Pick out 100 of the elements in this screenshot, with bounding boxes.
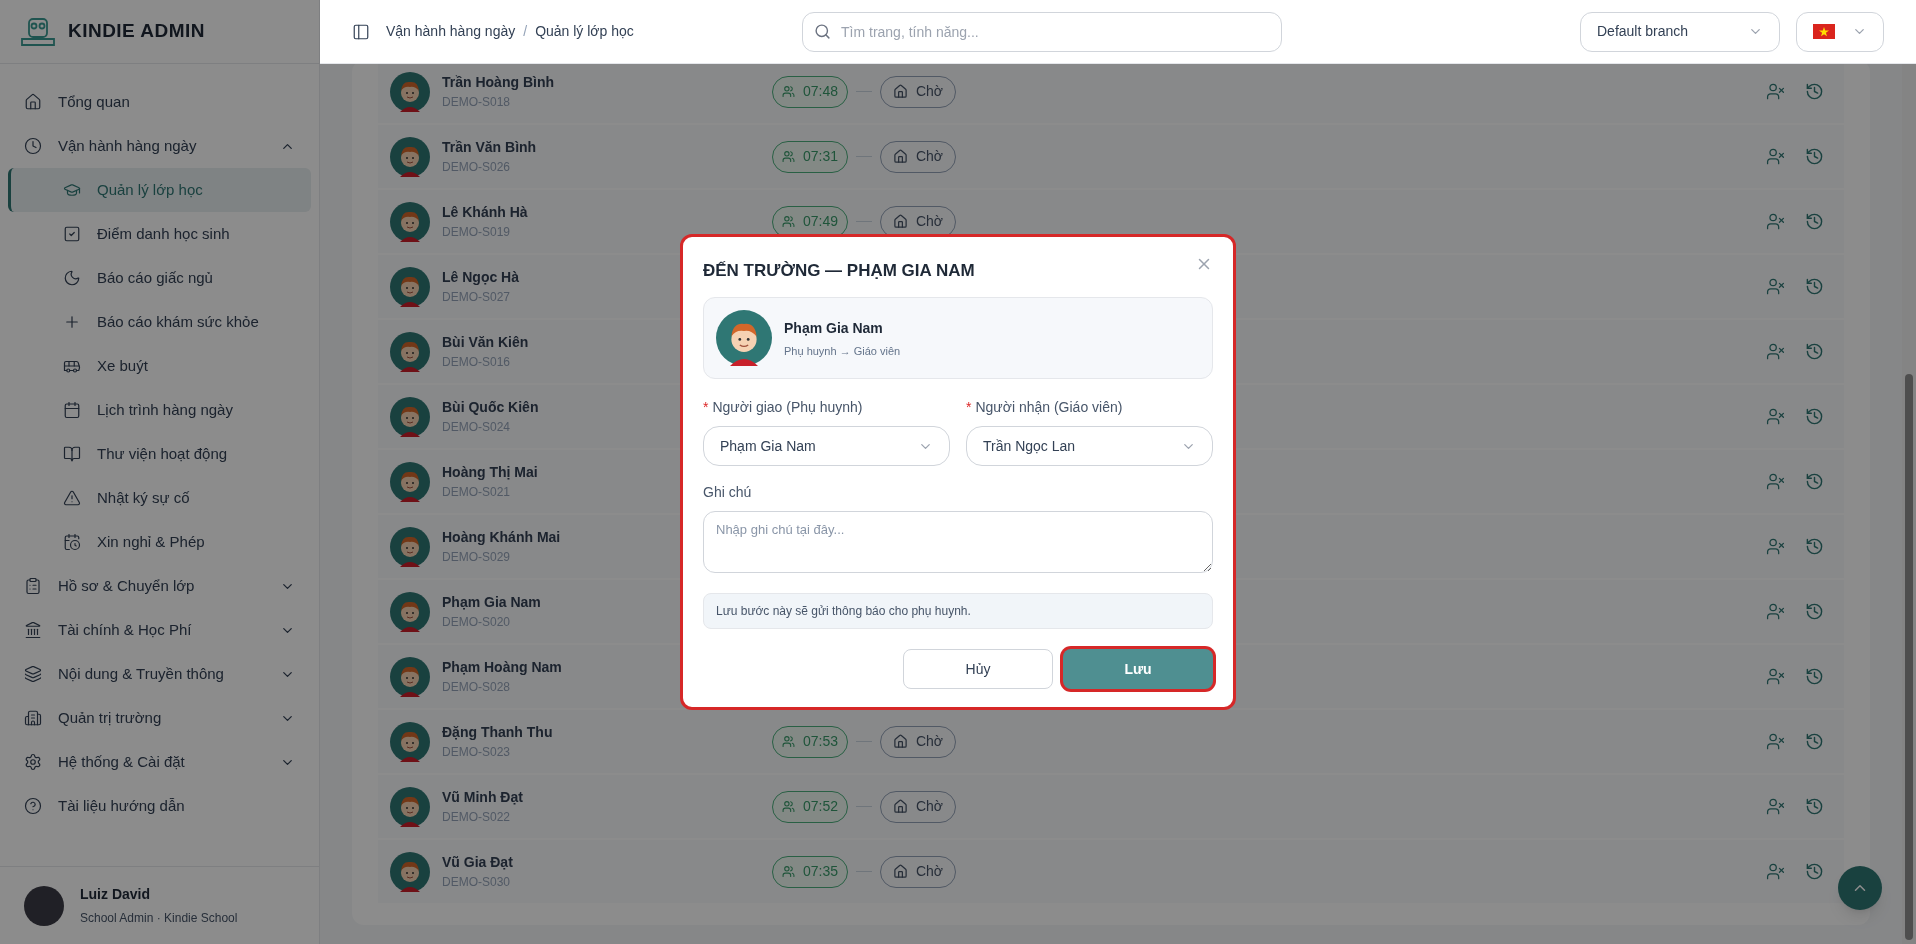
remove-user-icon[interactable] (1766, 147, 1785, 166)
student-name: Bùi Văn Kiên (442, 333, 529, 352)
people-icon (781, 800, 795, 813)
student-name: Vũ Gia Đạt (442, 853, 513, 872)
arrival-time-chip[interactable]: 07:48 (772, 75, 848, 108)
required-mark: * (966, 398, 972, 418)
history-icon[interactable] (1805, 862, 1824, 881)
student-name: Vũ Minh Đạt (442, 788, 523, 807)
remove-user-icon[interactable] (1766, 82, 1785, 101)
sidebar-subitem[interactable]: Xin nghỉ & Phép (8, 520, 311, 564)
history-icon[interactable] (1805, 667, 1824, 686)
cartoon-avatar (390, 136, 430, 177)
building-icon (24, 709, 42, 727)
remove-user-icon[interactable] (1766, 342, 1785, 361)
book-icon (63, 445, 81, 463)
history-icon[interactable] (1805, 797, 1824, 816)
settings-icon (24, 753, 42, 771)
help-icon (24, 797, 42, 815)
student-name: Phạm Gia Nam (442, 593, 541, 612)
branch-select[interactable]: Default branch (1580, 11, 1780, 52)
sidebar-subitem[interactable]: Nhật ký sự cố (8, 476, 311, 520)
flag-icon (1813, 24, 1835, 39)
remove-user-icon[interactable] (1766, 407, 1785, 426)
sidebar-item[interactable]: Tài chính & Học Phí (8, 608, 311, 652)
history-icon[interactable] (1805, 602, 1824, 621)
history-icon[interactable] (1805, 147, 1824, 166)
sidebar-toggle-icon[interactable] (352, 22, 370, 41)
history-icon[interactable] (1805, 342, 1824, 361)
cancel-button[interactable]: Hủy (903, 649, 1053, 690)
arrival-time-chip[interactable]: 07:35 (772, 855, 848, 888)
moon-icon (63, 269, 81, 287)
remove-user-icon[interactable] (1766, 277, 1785, 296)
breadcrumb-item[interactable]: Quản lý lớp học (535, 21, 634, 42)
brand-name: KINDIE ADMIN (68, 19, 205, 44)
arrival-time-chip[interactable]: 07:52 (772, 790, 848, 823)
house-icon (892, 214, 908, 229)
cartoon-avatar (390, 656, 430, 697)
remove-user-icon[interactable] (1766, 472, 1785, 491)
sidebar-item[interactable]: Quản trị trường (8, 696, 311, 740)
calendar-clock-icon (63, 533, 81, 551)
select-field[interactable]: Trần Ngọc Lan (966, 426, 1213, 467)
people-icon (781, 215, 795, 228)
sidebar-subitem[interactable]: Lịch trình hàng ngày (8, 388, 311, 432)
owl-logo-icon (20, 16, 56, 47)
dialog-title: ĐẾN TRƯỜNG — PHẠM GIA NAM (703, 259, 975, 282)
sidebar-item[interactable]: Hồ sơ & Chuyển lớp (8, 564, 311, 608)
arrival-time-chip[interactable]: 07:53 (772, 725, 848, 758)
people-icon (781, 150, 795, 163)
clock-icon (24, 137, 42, 155)
remove-user-icon[interactable] (1766, 667, 1785, 686)
sidebar-item[interactable]: Vận hành hàng ngày (8, 124, 311, 168)
cartoon-avatar (390, 396, 430, 437)
history-icon[interactable] (1805, 472, 1824, 491)
sidebar-subitem[interactable]: Quản lý lớp học (8, 168, 311, 212)
sidebar-subitem[interactable]: Điểm danh học sinh (8, 212, 311, 256)
warning-icon (63, 489, 81, 507)
people-icon (781, 735, 795, 748)
history-icon[interactable] (1805, 537, 1824, 556)
history-icon[interactable] (1805, 212, 1824, 231)
remove-user-icon[interactable] (1766, 537, 1785, 556)
calendar-icon (63, 401, 81, 419)
language-select[interactable] (1796, 11, 1884, 52)
remove-user-icon[interactable] (1766, 212, 1785, 231)
field-label: Người nhận (Giáo viên) (975, 398, 1123, 418)
select-field[interactable]: Phạm Gia Nam (703, 426, 950, 467)
house-icon (892, 149, 908, 164)
search-field[interactable]: Tìm trang, tính năng... (802, 11, 1282, 52)
remove-user-icon[interactable] (1766, 862, 1785, 881)
user-name: Luiz David (80, 885, 151, 904)
info-banner: Lưu bước này sẽ gửi thông báo cho phụ huynh. (703, 593, 1213, 630)
history-icon[interactable] (1805, 82, 1824, 101)
arrival-time-chip[interactable]: 07:31 (772, 140, 848, 173)
bank-icon (24, 621, 42, 639)
sidebar-subitem[interactable]: Thư viện hoạt động (8, 432, 311, 476)
people-icon (781, 85, 795, 98)
breadcrumb-item[interactable]: Vận hành hàng ngày (386, 21, 516, 42)
house-icon (24, 93, 42, 111)
sidebar-subitem[interactable]: Xe buýt (8, 344, 311, 388)
note-field[interactable]: Nhập ghi chú tại đây... (703, 511, 1213, 574)
required-mark: * (703, 398, 709, 418)
student-name: Phạm Hoàng Nam (442, 658, 562, 677)
scrollbar-thumb[interactable] (1905, 374, 1913, 940)
sidebar-item[interactable]: Tổng quan (8, 80, 311, 124)
student-name: Hoàng Khánh Mai (442, 528, 561, 547)
clipboard-icon (24, 577, 42, 595)
history-icon[interactable] (1805, 732, 1824, 751)
sidebar-item[interactable]: Tài liệu hướng dẫn (8, 784, 311, 828)
cartoon-avatar (390, 201, 430, 242)
remove-user-icon[interactable] (1766, 797, 1785, 816)
history-icon[interactable] (1805, 407, 1824, 426)
sidebar-item[interactable]: Nội dung & Truyền thông (8, 652, 311, 696)
remove-user-icon[interactable] (1766, 602, 1785, 621)
cartoon-avatar (390, 786, 430, 827)
sidebar-item[interactable]: Hệ thống & Cài đặt (8, 740, 311, 784)
history-icon[interactable] (1805, 277, 1824, 296)
save-button[interactable]: Lưu (1063, 649, 1213, 690)
sidebar-subitem[interactable]: Báo cáo giấc ngủ (8, 256, 311, 300)
remove-user-icon[interactable] (1766, 732, 1785, 751)
sidebar-subitem[interactable]: Báo cáo khám sức khỏe (8, 300, 311, 344)
user-role: School Admin · Kindie School (80, 910, 238, 927)
